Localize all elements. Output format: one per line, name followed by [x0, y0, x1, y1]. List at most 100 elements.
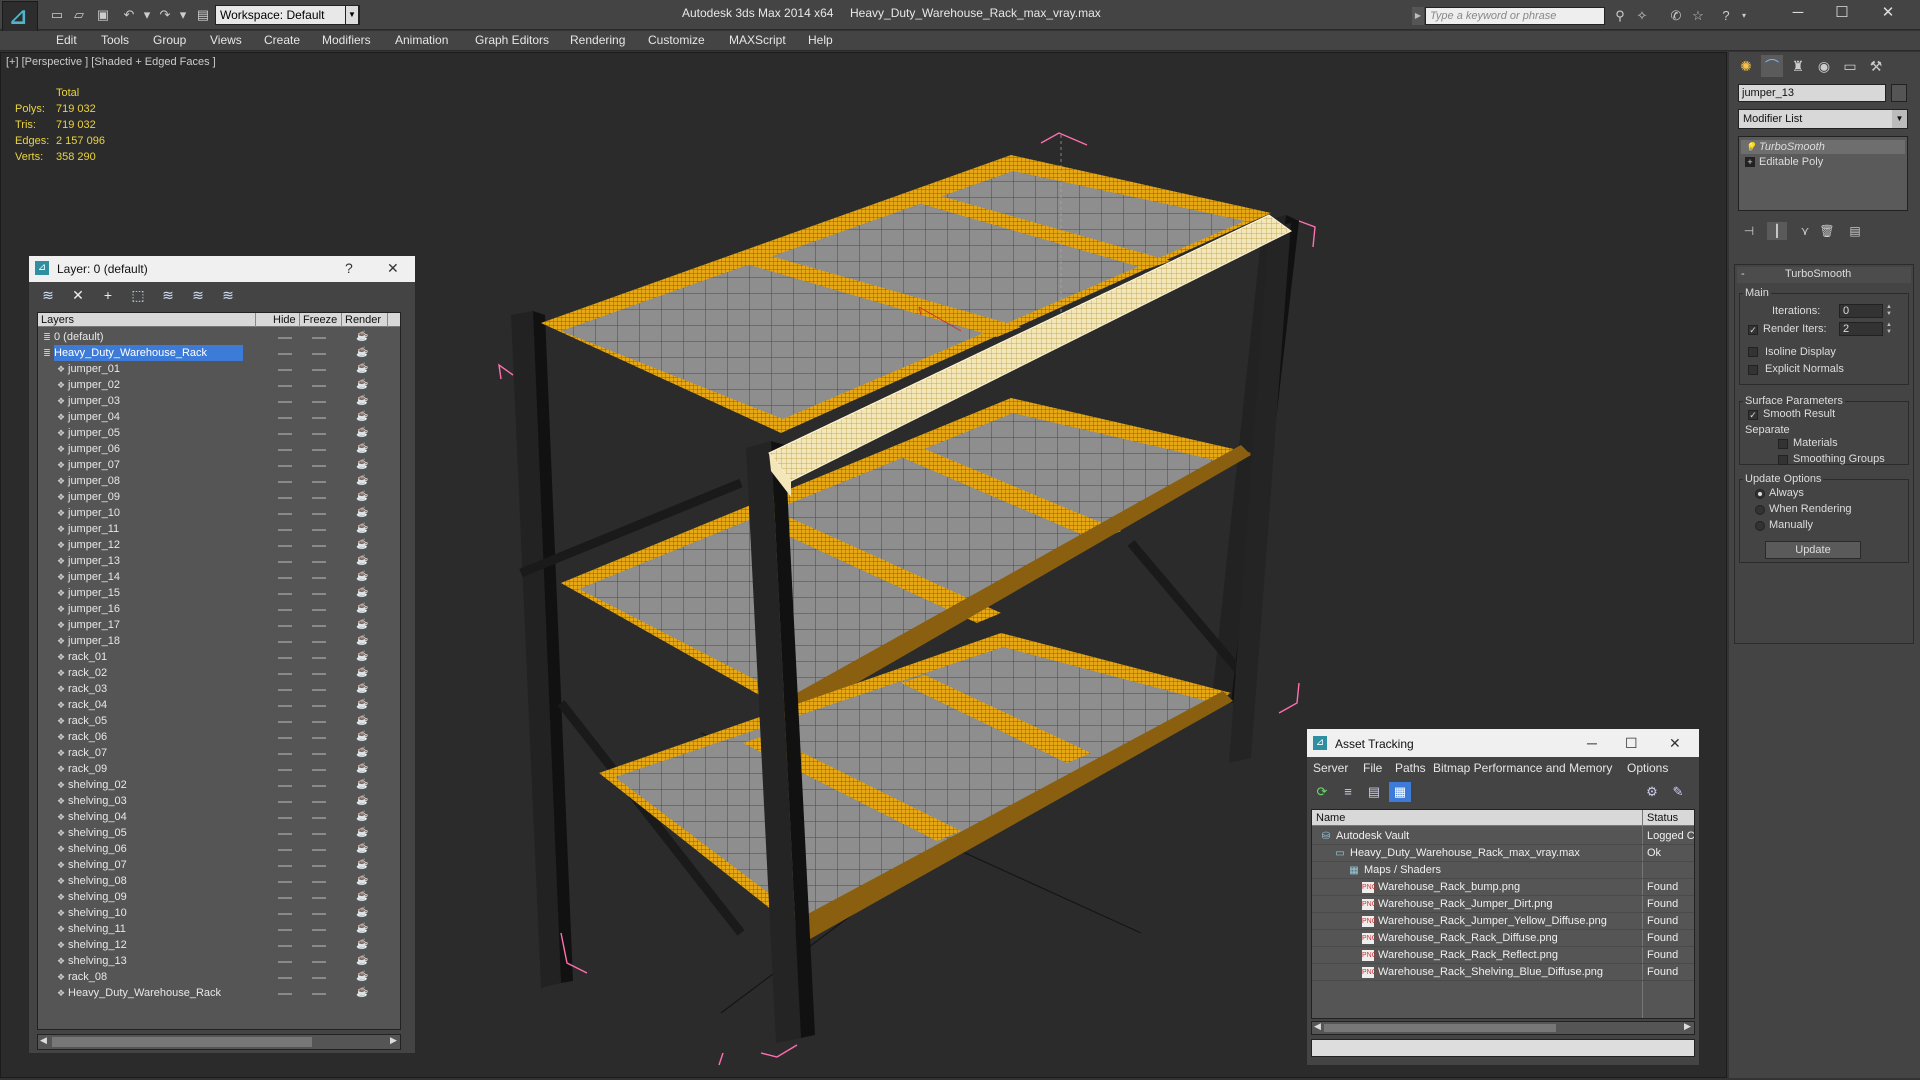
- menu-animation[interactable]: Animation: [393, 33, 450, 47]
- render-teapot-icon[interactable]: ☕: [356, 812, 368, 822]
- freeze-toggle[interactable]: [312, 609, 326, 611]
- freeze-toggle[interactable]: [312, 337, 326, 339]
- freeze-toggle[interactable]: [312, 449, 326, 451]
- remove-modifier-icon[interactable]: 🗑: [1817, 222, 1837, 240]
- chevron-down-icon[interactable]: ▼: [345, 5, 359, 25]
- asset-row[interactable]: PNG Warehouse_Rack_Jumper_Dirt.png Found: [1312, 896, 1694, 913]
- display-tab-icon[interactable]: ▭: [1839, 55, 1861, 77]
- freeze-toggle[interactable]: [312, 465, 326, 467]
- asset-row[interactable]: ▦ Maps / Shaders: [1312, 862, 1694, 879]
- smooth-result-checkbox[interactable]: ✓: [1748, 410, 1758, 420]
- stack-item-editable-poly[interactable]: + Editable Poly: [1741, 155, 1905, 169]
- binoculars-icon[interactable]: ⚲: [1610, 7, 1630, 25]
- help-dropdown-icon[interactable]: ▾: [1734, 7, 1754, 25]
- freeze-toggle[interactable]: [312, 817, 326, 819]
- maximize-icon[interactable]: ☐: [1820, 2, 1864, 24]
- layer-row[interactable]: ❖ shelving_13 ☕: [38, 953, 400, 969]
- hide-toggle[interactable]: [278, 785, 292, 787]
- render-teapot-icon[interactable]: ☕: [356, 860, 368, 870]
- layer-row[interactable]: ❖ jumper_15 ☕: [38, 585, 400, 601]
- render-teapot-icon[interactable]: ☕: [356, 620, 368, 630]
- freeze-toggle[interactable]: [312, 401, 326, 403]
- render-teapot-icon[interactable]: ☕: [356, 588, 368, 598]
- new-file-icon[interactable]: ▭: [48, 6, 66, 24]
- spinner-arrows-icon[interactable]: ▲ ▼: [1885, 304, 1893, 318]
- render-teapot-icon[interactable]: ☕: [356, 332, 368, 342]
- communication-center-icon[interactable]: ✆: [1666, 7, 1686, 25]
- freeze-toggle[interactable]: [312, 977, 326, 979]
- render-teapot-icon[interactable]: ☕: [356, 940, 368, 950]
- freeze-toggle[interactable]: [312, 705, 326, 707]
- hide-toggle[interactable]: [278, 865, 292, 867]
- scroll-right-icon[interactable]: ▶: [1684, 1021, 1691, 1032]
- hide-toggle[interactable]: [278, 833, 292, 835]
- freeze-toggle[interactable]: [312, 657, 326, 659]
- freeze-toggle[interactable]: [312, 369, 326, 371]
- freeze-toggle[interactable]: [312, 849, 326, 851]
- layer-row[interactable]: ❖ jumper_02 ☕: [38, 377, 400, 393]
- hide-toggle[interactable]: [278, 641, 292, 643]
- create-layer-icon[interactable]: ≋: [37, 286, 59, 304]
- hide-toggle[interactable]: [278, 737, 292, 739]
- asset-path-field[interactable]: [1311, 1039, 1695, 1057]
- layer-row[interactable]: ❖ jumper_09 ☕: [38, 489, 400, 505]
- layer-row[interactable]: ≣ Heavy_Duty_Warehouse_Rack ☕: [38, 345, 400, 361]
- hide-toggle[interactable]: [278, 545, 292, 547]
- render-teapot-icon[interactable]: ☕: [356, 908, 368, 918]
- layer-row[interactable]: ❖ jumper_05 ☕: [38, 425, 400, 441]
- freeze-toggle[interactable]: [312, 417, 326, 419]
- render-teapot-icon[interactable]: ☕: [356, 764, 368, 774]
- freeze-toggle[interactable]: [312, 481, 326, 483]
- layer-row[interactable]: ❖ jumper_17 ☕: [38, 617, 400, 633]
- render-teapot-icon[interactable]: ☕: [356, 604, 368, 614]
- manually-radio[interactable]: [1755, 521, 1765, 531]
- freeze-toggle[interactable]: [312, 897, 326, 899]
- explicit-normals-checkbox[interactable]: [1748, 365, 1758, 375]
- freeze-toggle[interactable]: [312, 353, 326, 355]
- object-name-input[interactable]: jumper_13: [1738, 84, 1886, 102]
- list-view-icon[interactable]: ≡: [1337, 782, 1359, 802]
- asset-row[interactable]: PNG Warehouse_Rack_Rack_Reflect.png Found: [1312, 947, 1694, 964]
- hide-toggle[interactable]: [278, 577, 292, 579]
- menu-paths[interactable]: Paths: [1395, 761, 1426, 775]
- layer-row[interactable]: ❖ rack_05 ☕: [38, 713, 400, 729]
- layer-row[interactable]: ❖ shelving_12 ☕: [38, 937, 400, 953]
- freeze-toggle[interactable]: [312, 577, 326, 579]
- hide-toggle[interactable]: [278, 593, 292, 595]
- isoline-display-checkbox[interactable]: [1748, 347, 1758, 357]
- hide-toggle[interactable]: [278, 465, 292, 467]
- freeze-toggle[interactable]: [312, 545, 326, 547]
- asset-row[interactable]: PNG Warehouse_Rack_Jumper_Yellow_Diffuse.…: [1312, 913, 1694, 930]
- collapse-minus-icon[interactable]: -: [1741, 268, 1745, 280]
- minimize-icon[interactable]: ─: [1776, 2, 1820, 24]
- hide-toggle[interactable]: [278, 849, 292, 851]
- freeze-toggle[interactable]: [312, 561, 326, 563]
- hide-toggle[interactable]: [278, 929, 292, 931]
- render-teapot-icon[interactable]: ☕: [356, 828, 368, 838]
- render-teapot-icon[interactable]: ☕: [356, 556, 368, 566]
- hide-toggle[interactable]: [278, 705, 292, 707]
- undo-icon[interactable]: ↶: [120, 6, 138, 24]
- hide-toggle[interactable]: [278, 817, 292, 819]
- render-teapot-icon[interactable]: ☕: [356, 652, 368, 662]
- col-layers[interactable]: Layers: [38, 313, 256, 327]
- delete-layer-icon[interactable]: ✕: [67, 286, 89, 304]
- smoothing-groups-checkbox[interactable]: [1778, 455, 1788, 465]
- freeze-toggle[interactable]: [312, 881, 326, 883]
- layer-horizontal-scrollbar[interactable]: ◀ ▶: [37, 1034, 401, 1050]
- freeze-toggle[interactable]: [312, 689, 326, 691]
- detail-view-icon[interactable]: ▤: [1363, 782, 1385, 802]
- freeze-toggle[interactable]: [312, 769, 326, 771]
- render-teapot-icon[interactable]: ☕: [356, 668, 368, 678]
- freeze-toggle[interactable]: [312, 929, 326, 931]
- hide-toggle[interactable]: [278, 913, 292, 915]
- layer-row[interactable]: ❖ jumper_14 ☕: [38, 569, 400, 585]
- subscription-icon[interactable]: ✧: [1632, 7, 1652, 25]
- iterations-spinner[interactable]: 0: [1839, 304, 1883, 318]
- hide-toggle[interactable]: [278, 945, 292, 947]
- motion-tab-icon[interactable]: ◉: [1813, 55, 1835, 77]
- hide-toggle[interactable]: [278, 689, 292, 691]
- hide-toggle[interactable]: [278, 753, 292, 755]
- vault-help-icon[interactable]: ✎: [1667, 782, 1689, 802]
- layer-row[interactable]: ❖ jumper_01 ☕: [38, 361, 400, 377]
